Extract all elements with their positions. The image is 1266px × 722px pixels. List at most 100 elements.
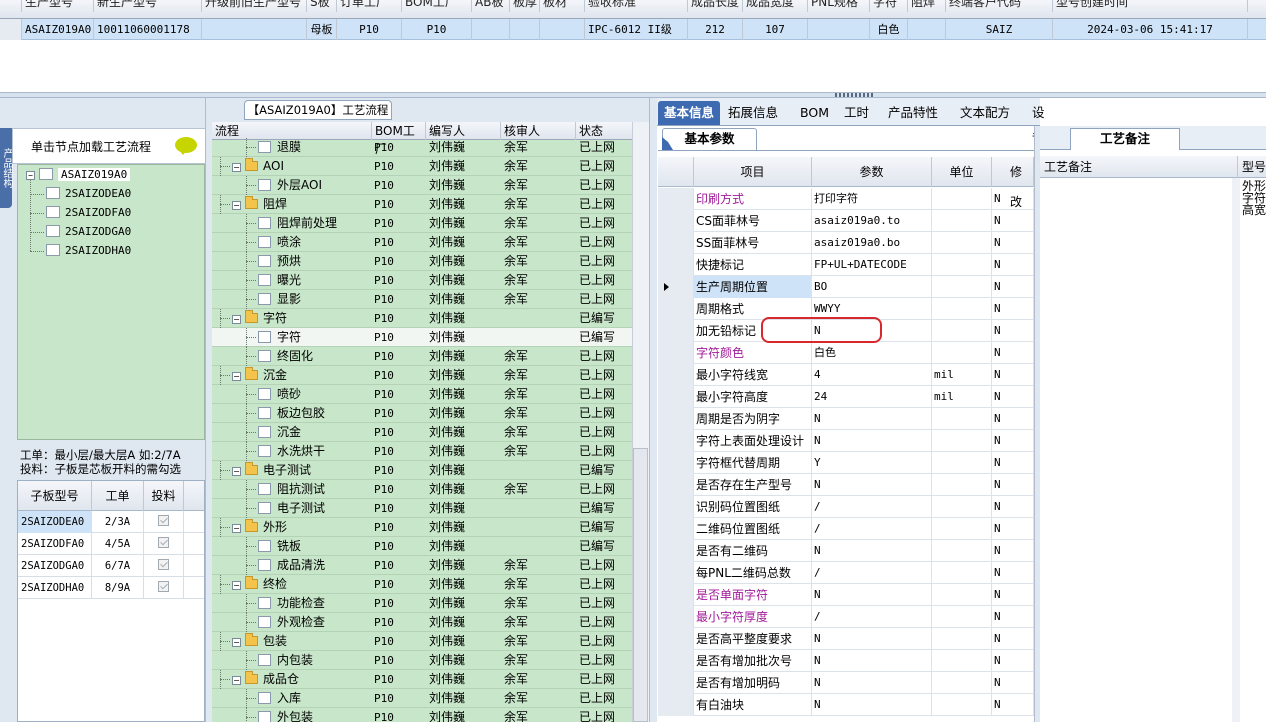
process-name-cell[interactable]: 外观检查 [258,613,325,632]
model-cell[interactable]: P10 [337,19,402,40]
model-cell[interactable]: 2024-03-06 15:41:17 [1053,19,1248,40]
process-row[interactable]: − 成品仓 P10 刘伟巍 余军 已上网 [212,670,632,689]
process-row[interactable]: 喷砂 P10 刘伟巍 余军 已上网 [212,385,632,404]
process-row[interactable]: 显影 P10 刘伟巍 余军 已上网 [212,290,632,309]
process-name-cell[interactable]: 外包装 [258,708,313,722]
model-col-header[interactable]: 板材 [540,0,585,12]
param-modify-cell[interactable]: N [992,254,1034,276]
param-modify-cell[interactable]: N [992,188,1034,210]
param-row[interactable]: 生产周期位置 BO N [658,276,1034,298]
process-row[interactable]: 入库 P10 刘伟巍 余军 已上网 [212,689,632,708]
model-cell[interactable] [808,19,870,40]
col-modify[interactable]: 修改 [992,157,1034,209]
param-row[interactable]: 二维码位置图纸 / N [658,518,1034,540]
process-name-cell[interactable]: 喷涂 [258,233,301,252]
model-cell[interactable]: 212 [688,19,743,40]
process-row[interactable]: 字符 P10 刘伟巍 已编写 [212,328,632,347]
col-feed[interactable]: 投料 [144,481,184,511]
process-name-cell[interactable]: 成品清洗 [258,556,325,575]
param-value-cell[interactable]: N [812,430,932,452]
feed-checkbox[interactable] [158,537,169,548]
collapse-icon[interactable]: − [26,171,35,180]
process-name-cell[interactable]: 字符 [258,328,301,347]
param-row[interactable]: 有白油块 N N [658,694,1034,716]
collapse-icon[interactable]: − [232,163,241,172]
process-name-cell[interactable]: − 包装 [232,632,287,651]
process-name-cell[interactable]: − 成品仓 [232,670,299,689]
process-name-cell[interactable]: 外层AOI [258,176,322,195]
model-cell[interactable]: 10011060001178 [94,19,202,40]
structure-vertical-tab[interactable]: 产品结构 [0,128,12,208]
param-value-cell[interactable]: N [812,650,932,672]
param-row[interactable]: 最小字符厚度 / N [658,606,1034,628]
tree-root-node[interactable]: − ASAIZ019A0 [26,167,131,183]
collapse-icon[interactable]: − [232,638,241,647]
param-modify-cell[interactable]: N [992,364,1034,386]
sub-board-row[interactable]: 2SAIZODHA0 8/9A [18,577,204,599]
process-row[interactable]: 内包装 P10 刘伟巍 余军 已上网 [212,651,632,670]
param-value-cell[interactable]: 打印字符 [812,188,932,210]
process-name-cell[interactable]: 电子测试 [258,499,325,518]
param-row[interactable]: SS面菲林号 asaiz019a0.bo N [658,232,1034,254]
col-unit[interactable]: 单位 [932,157,992,187]
process-row[interactable]: 阻焊前处理 P10 刘伟巍 余军 已上网 [212,214,632,233]
process-row[interactable]: − 外形 P10 刘伟巍 已编写 [212,518,632,537]
param-value-cell[interactable]: 4 [812,364,932,386]
splitter-grip-icon[interactable] [835,93,875,97]
param-row[interactable]: 快捷标记 FP+UL+DATECODE N [658,254,1034,276]
process-name-cell[interactable]: − 电子测试 [232,461,311,480]
param-value-cell[interactable]: FP+UL+DATECODE [812,254,932,276]
param-modify-cell[interactable]: N [992,276,1034,298]
process-name-cell[interactable]: − 字符 [232,309,287,328]
sub-board-row[interactable]: 2SAIZODGA0 6/7A [18,555,204,577]
process-row[interactable]: 外观检查 P10 刘伟巍 余军 已上网 [212,613,632,632]
param-modify-cell[interactable]: N [992,452,1034,474]
sub-board-row[interactable]: 2SAIZODEA0 2/3A [18,511,204,533]
collapse-icon[interactable]: − [232,201,241,210]
process-row[interactable]: 水洗烘干 P10 刘伟巍 余军 已上网 [212,442,632,461]
process-name-cell[interactable]: 终固化 [258,347,313,366]
process-row[interactable]: − 包装 P10 刘伟巍 余军 已上网 [212,632,632,651]
model-grid-selected-row[interactable]: ASAIZ019A0 10011060001178 母板 P10 P10 IPC-6012… [0,19,1266,40]
middle-splitter[interactable] [649,98,657,722]
param-value-cell[interactable]: 24 [812,386,932,408]
param-row[interactable]: 是否有二维码 N N [658,540,1034,562]
process-row[interactable]: 预烘 P10 刘伟巍 余军 已上网 [212,252,632,271]
detail-tab[interactable]: 基本信息 [658,101,721,125]
sub-model-cell[interactable]: 2SAIZODFA0 [18,533,92,555]
param-value-cell[interactable]: N [812,694,932,716]
param-row[interactable]: 是否有增加明码 N N [658,672,1034,694]
detail-tab[interactable]: 工时 [838,101,875,125]
process-row[interactable]: 外包装 P10 刘伟巍 余军 已上网 [212,708,632,722]
param-value-cell[interactable]: / [812,518,932,540]
collapse-icon[interactable]: − [232,581,241,590]
process-row[interactable]: 功能检查 P10 刘伟巍 余军 已上网 [212,594,632,613]
tab-craft-notes[interactable]: 工艺备注 [1070,128,1180,150]
param-row[interactable]: 每PNL二维码总数 / N [658,562,1034,584]
process-scrollbar-thumb[interactable] [633,448,648,722]
collapse-icon[interactable]: − [232,676,241,685]
col-craft-note[interactable]: 工艺备注 [1040,156,1238,178]
collapse-icon[interactable]: − [232,524,241,533]
detail-tab[interactable]: 拓展信息 [722,101,784,125]
tree-child-node[interactable]: 2SAIZODEA0 [46,186,131,202]
detail-tab[interactable]: 产品特性 [882,101,944,125]
feed-checkbox[interactable] [158,559,169,570]
process-name-cell[interactable]: 水洗烘干 [258,442,325,461]
model-col-header[interactable]: 升级前旧生产型号 [202,0,307,12]
process-name-cell[interactable]: 预烘 [258,252,301,271]
param-row[interactable]: 周期是否为阴字 N N [658,408,1034,430]
model-col-header[interactable]: 板厚 [510,0,540,12]
process-row[interactable]: − 终检 P10 刘伟巍 余军 已上网 [212,575,632,594]
model-col-header[interactable]: 阻焊 [908,0,946,12]
process-row[interactable]: 外层AOI P10 刘伟巍 余军 已上网 [212,176,632,195]
param-value-cell[interactable]: N [812,540,932,562]
sub-order-cell[interactable]: 2/3A [92,511,144,533]
process-name-cell[interactable]: 喷砂 [258,385,301,404]
param-row[interactable]: 是否单面字符 N N [658,584,1034,606]
param-value-cell[interactable]: N [812,408,932,430]
process-name-cell[interactable]: − AOI [232,157,284,176]
process-name-cell[interactable]: 阻焊前处理 [258,214,337,233]
param-modify-cell[interactable]: N [992,562,1034,584]
process-name-cell[interactable]: 沉金 [258,423,301,442]
